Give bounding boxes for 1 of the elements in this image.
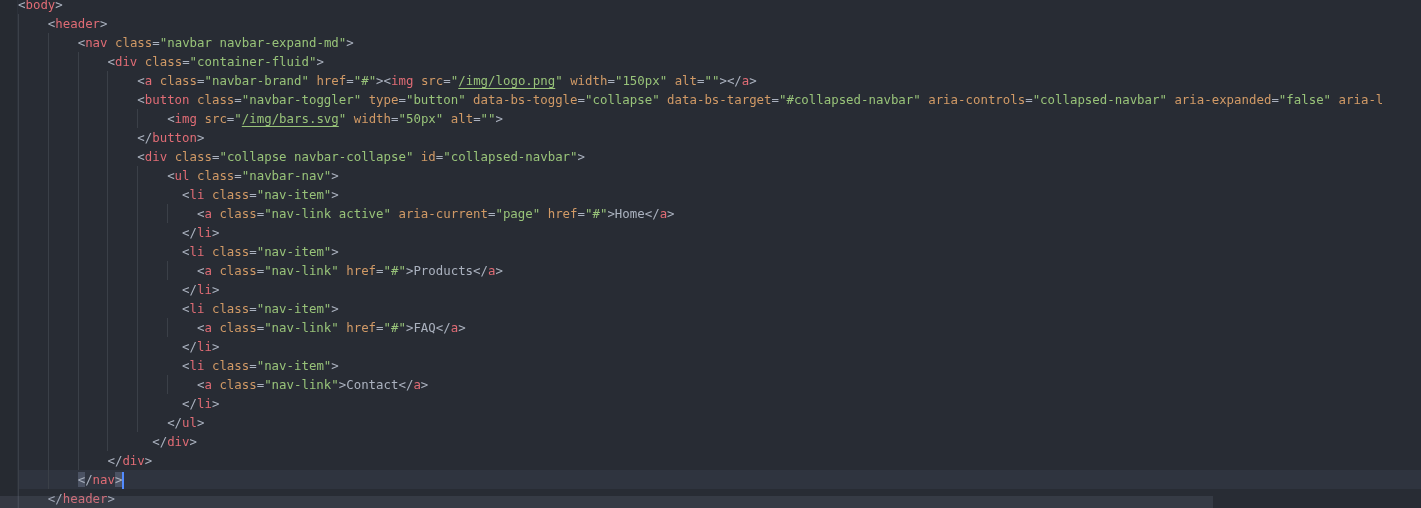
- code-line: <body>: [17, 0, 64, 14]
